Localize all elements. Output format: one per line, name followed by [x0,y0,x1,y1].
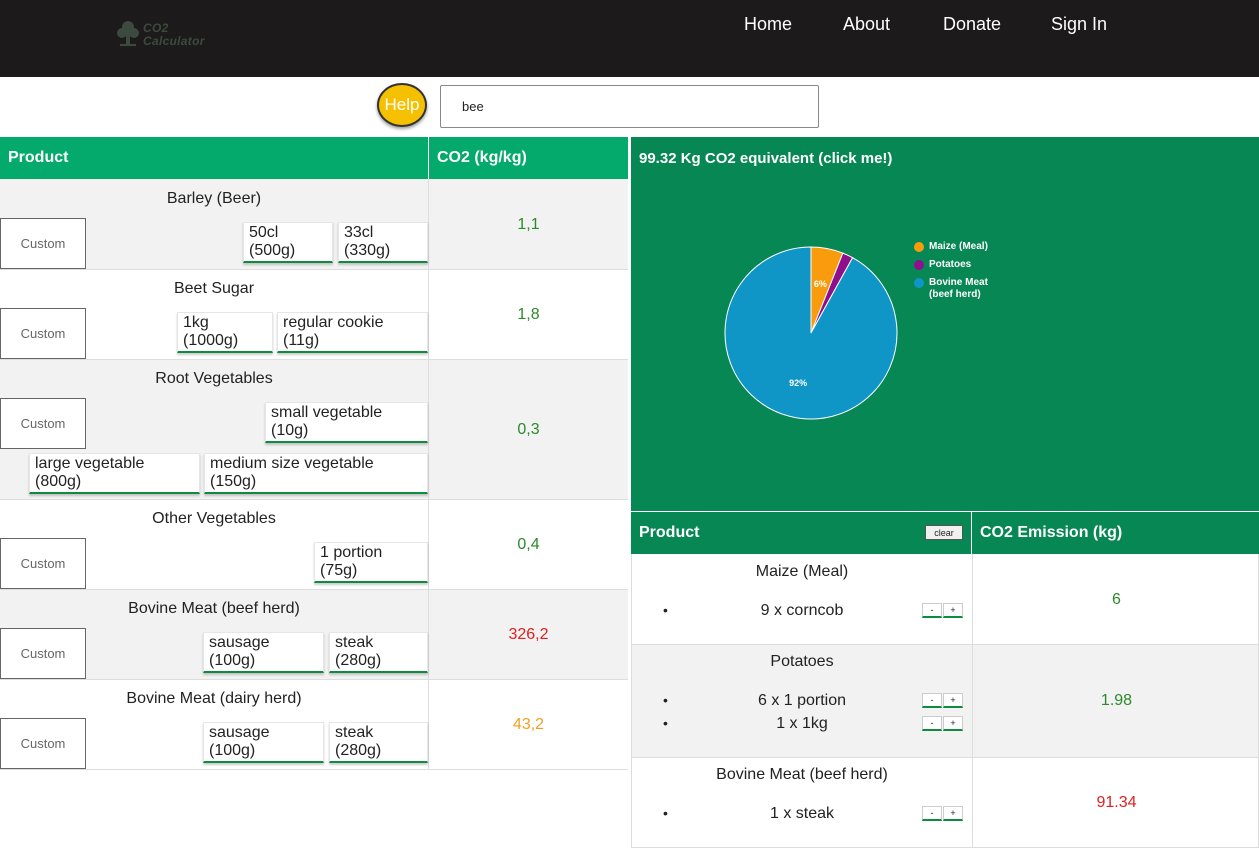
product-row-other-vegetables: Other Vegetables Custom 1 portion (75g) … [0,500,628,590]
legend-swatch [914,278,924,288]
product-name: Bovine Meat (beef herd) [128,600,300,617]
portion-button[interactable]: 50cl (500g) [243,222,333,263]
co2-value: 0,3 [517,421,540,438]
portion-button[interactable]: sausage (100g) [203,632,324,673]
cart-emission-header: CO2 Emission (kg) [980,524,1123,541]
product-name: Root Vegetables [155,370,273,387]
nav-about[interactable]: About [843,14,890,35]
increment-button[interactable]: + [943,693,963,708]
cart-row-potatoes: Potatoes • 6 x 1 portion - + • 1 x 1kg -… [631,645,1259,758]
cart-emission-value: 6 [1112,591,1121,608]
co2-value: 1,8 [517,306,540,323]
increment-button[interactable]: + [943,806,963,821]
top-navbar: CO2 Calculator Home About Donate Sign In [0,0,1259,77]
product-row-barley: Barley (Beer) Custom 50cl (500g) 33cl (3… [0,179,628,270]
search-input[interactable] [440,85,819,128]
portion-button[interactable]: sausage (100g) [203,722,324,763]
co2-chart-panel[interactable]: 99.32 Kg CO2 equivalent (click me!) 6% 92… [631,137,1259,511]
nav-home[interactable]: Home [744,14,792,35]
cart-emission-value: 91.34 [1096,794,1137,811]
product-name: Bovine Meat (dairy herd) [126,690,302,707]
product-row-bovine-beef: Bovine Meat (beef herd) Custom sausage (… [0,590,628,680]
product-row-bovine-dairy: Bovine Meat (dairy herd) Custom sausage … [0,680,628,770]
cart-product-name: Bovine Meat (beef herd) [716,766,888,783]
decrement-button[interactable]: - [922,603,942,618]
pie-slice[interactable] [724,246,898,420]
custom-amount-input[interactable]: Custom [0,218,86,269]
portion-button[interactable]: 1 portion (75g) [314,542,428,583]
increment-button[interactable]: + [943,603,963,618]
co2-column-header: CO2 (kg/kg) [429,137,628,179]
cart-product-name: Potatoes [770,653,834,670]
co2-value: 43,2 [512,716,545,733]
portion-button[interactable]: 1kg (1000g) [177,312,273,353]
legend-swatch [914,242,924,252]
cart-product-header: Product [639,524,700,541]
pie-slice-label: 92% [789,378,807,388]
product-name: Other Vegetables [152,510,276,527]
custom-amount-input[interactable]: Custom [0,718,86,769]
product-row-root-vegetables: Root Vegetables Custom small vegetable (… [0,360,628,500]
portion-button[interactable]: small vegetable (10g) [265,402,428,443]
increment-button[interactable]: + [943,716,963,731]
cart-row-maize: Maize (Meal) • 9 x corncob - + 6 [631,554,1259,645]
cart-product-name: Maize (Meal) [755,563,849,580]
product-name: Beet Sugar [173,280,255,297]
product-column-header: Product [0,137,428,179]
portion-button[interactable]: regular cookie (11g) [277,312,428,353]
legend-item: Potatoes [914,259,971,271]
portion-button[interactable]: medium size vegetable (150g) [204,453,428,494]
custom-amount-input[interactable]: Custom [0,538,86,589]
logo[interactable]: CO2 Calculator [116,18,228,52]
cart-row-bovine-beef: Bovine Meat (beef herd) • 1 x steak - + … [631,758,1259,848]
portion-button[interactable]: large vegetable (800g) [29,453,200,494]
portion-button[interactable]: steak (280g) [329,632,428,673]
custom-amount-input[interactable]: Custom [0,398,86,449]
help-button[interactable]: Help [377,83,427,127]
co2-value: 1,1 [517,216,540,233]
decrement-button[interactable]: - [922,716,942,731]
legend-item: Bovine Meat (beef herd) [914,277,1004,301]
legend-swatch [914,260,924,270]
cart-table-header: Product clear CO2 Emission (kg) [631,512,1259,554]
pie-slice-label: 6% [814,279,827,289]
nav-sign-in[interactable]: Sign In [1051,14,1107,35]
portion-button[interactable]: steak (280g) [329,722,428,763]
cart-emission-value: 1.98 [1100,692,1133,709]
custom-amount-input[interactable]: Custom [0,628,86,679]
decrement-button[interactable]: - [922,693,942,708]
custom-amount-input[interactable]: Custom [0,308,86,359]
portion-button[interactable]: 33cl (330g) [338,222,428,263]
pie-chart[interactable]: 6% 92% [711,233,911,433]
nav-donate[interactable]: Donate [943,14,1001,35]
legend-item: Maize (Meal) [914,241,988,253]
clear-button[interactable]: clear [925,525,963,540]
chart-title: 99.32 Kg CO2 equivalent (click me!) [639,150,893,167]
product-name: Barley (Beer) [166,190,262,207]
decrement-button[interactable]: - [922,806,942,821]
co2-value: 0,4 [517,536,540,553]
product-row-beet-sugar: Beet Sugar Custom 1kg (1000g) regular co… [0,270,628,360]
co2-value: 326,2 [508,626,549,643]
tree-icon [117,21,139,46]
logo-text: CO2 Calculator [143,21,205,48]
